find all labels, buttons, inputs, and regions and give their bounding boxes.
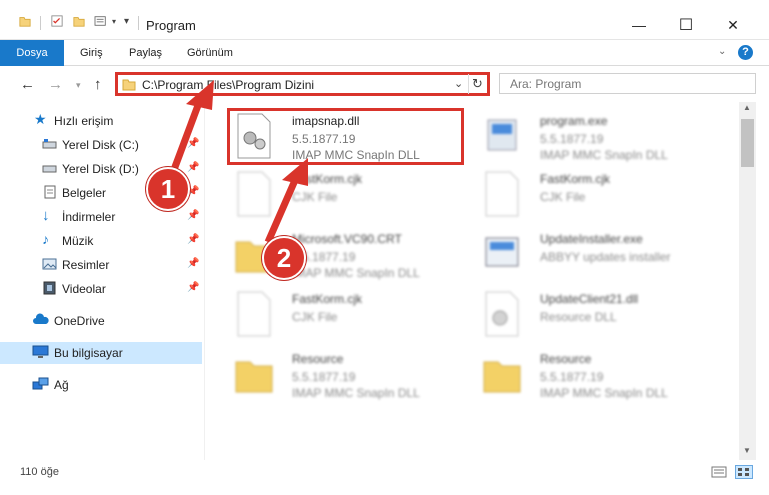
status-bar: 110 öğe [0,460,769,495]
details-view-icon[interactable] [711,466,727,478]
callout-one: 1 [146,167,190,211]
item-count: 110 öğe [20,466,59,478]
tiles-view-icon[interactable] [735,465,753,479]
callout-two: 2 [262,236,306,280]
annotation-arrows [168,80,308,244]
